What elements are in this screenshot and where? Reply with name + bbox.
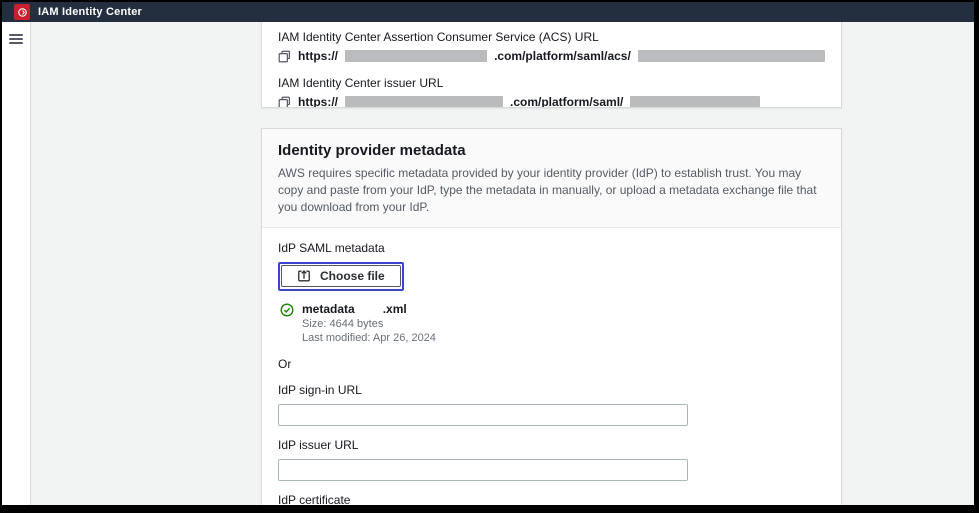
acs-url-mid: .com/platform/saml/acs/ bbox=[494, 49, 631, 63]
issuer-url-label: IAM Identity Center issuer URL bbox=[278, 76, 825, 90]
sso-urls-card: IAM Identity Center Assertion Consumer S… bbox=[261, 22, 842, 108]
file-name: metadata .xml bbox=[302, 302, 436, 316]
card-header: Identity provider metadata AWS requires … bbox=[262, 129, 841, 228]
sidebar bbox=[2, 22, 31, 505]
acs-url-label: IAM Identity Center Assertion Consumer S… bbox=[278, 30, 825, 44]
certificate-group: IdP certificate Choose file bbox=[278, 493, 825, 505]
screenshot-frame: IAM Identity Center IAM Identity Center … bbox=[0, 0, 979, 513]
copy-icon[interactable] bbox=[278, 50, 291, 63]
or-separator-label: Or bbox=[278, 357, 825, 371]
issuer-url-mid: .com/platform/saml/ bbox=[510, 95, 623, 108]
identity-provider-metadata-card: Identity provider metadata AWS requires … bbox=[261, 128, 842, 505]
redacted-text bbox=[345, 50, 487, 62]
saml-metadata-label: IdP SAML metadata bbox=[278, 241, 825, 255]
idp-issuer-url-group: IdP issuer URL bbox=[278, 438, 825, 481]
signin-url-group: IdP sign-in URL bbox=[278, 383, 825, 426]
iam-identity-center-logo-icon bbox=[14, 4, 30, 20]
card-body: IdP SAML metadata Choose file bbox=[262, 228, 841, 505]
file-size: Size: 4644 bytes bbox=[302, 318, 436, 330]
file-last-modified: Last modified: Apr 26, 2024 bbox=[302, 332, 436, 344]
signin-url-label: IdP sign-in URL bbox=[278, 383, 825, 397]
card-description: AWS requires specific metadata provided … bbox=[278, 165, 825, 216]
hamburger-menu-icon[interactable] bbox=[9, 34, 23, 44]
file-name-suffix: .xml bbox=[383, 302, 407, 316]
choose-file-label: Choose file bbox=[320, 269, 385, 283]
console-screen: IAM Identity Center IAM Identity Center … bbox=[2, 2, 974, 505]
issuer-url-prefix: https:// bbox=[298, 95, 338, 108]
copy-icon[interactable] bbox=[278, 96, 291, 109]
acs-url-prefix: https:// bbox=[298, 49, 338, 63]
redacted-text bbox=[345, 96, 503, 108]
idp-issuer-url-label: IdP issuer URL bbox=[278, 438, 825, 452]
main-content: IAM Identity Center Assertion Consumer S… bbox=[261, 22, 842, 505]
redacted-text bbox=[630, 96, 760, 108]
file-details: metadata .xml Size: 4644 bytes Last modi… bbox=[302, 302, 436, 344]
file-name-prefix: metadata bbox=[302, 302, 355, 316]
idp-issuer-url-input[interactable] bbox=[278, 459, 688, 481]
app-title: IAM Identity Center bbox=[38, 6, 142, 18]
annotation-highlight-box: Choose file bbox=[278, 262, 404, 291]
check-circle-icon bbox=[280, 303, 294, 344]
certificate-label: IdP certificate bbox=[278, 493, 825, 505]
redacted-text bbox=[355, 304, 383, 314]
uploaded-file-status: metadata .xml Size: 4644 bytes Last modi… bbox=[280, 302, 825, 344]
acs-url-row: https:// .com/platform/saml/acs/ bbox=[278, 49, 825, 63]
top-navigation-bar: IAM Identity Center bbox=[2, 2, 974, 22]
card-title: Identity provider metadata bbox=[278, 142, 825, 159]
choose-file-metadata-button[interactable]: Choose file bbox=[281, 265, 401, 287]
signin-url-input[interactable] bbox=[278, 404, 688, 426]
upload-icon bbox=[297, 269, 311, 283]
issuer-url-row: https:// .com/platform/saml/ bbox=[278, 95, 825, 108]
redacted-text bbox=[638, 50, 825, 62]
